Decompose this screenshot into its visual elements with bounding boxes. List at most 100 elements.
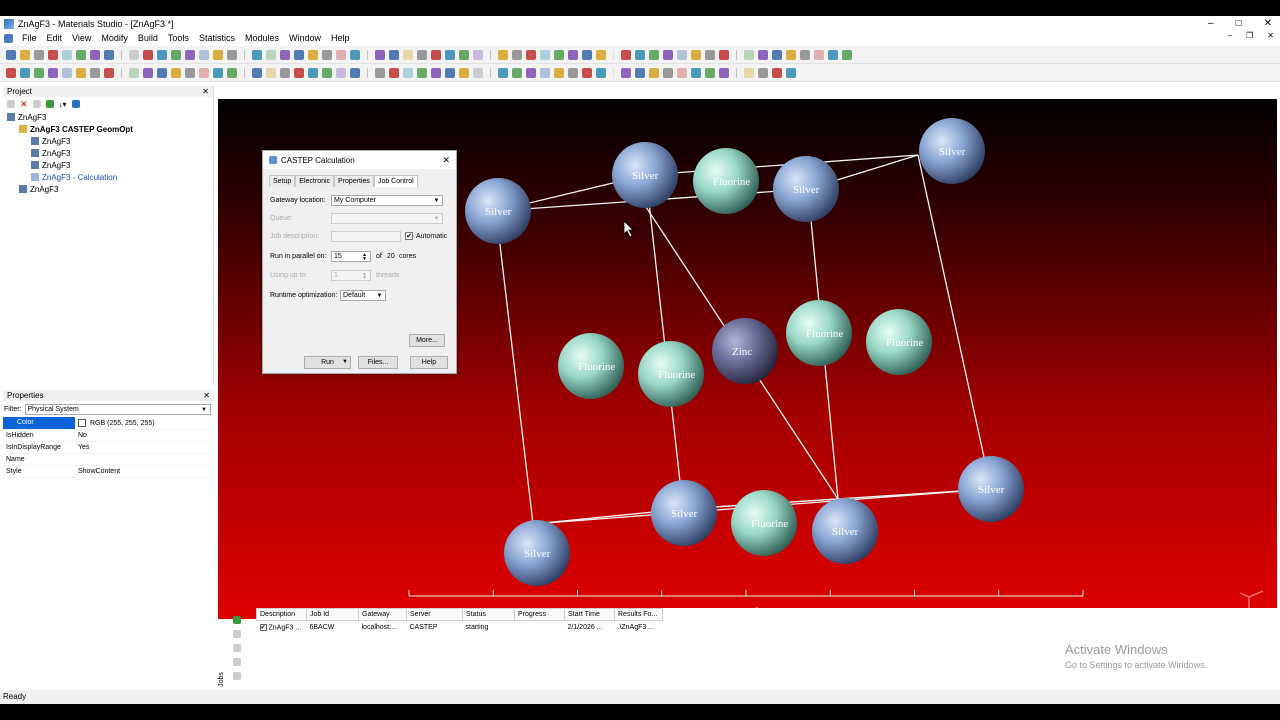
project-tree-item[interactable]: ZnAgF3 CASTEP GeomOpt: [3, 123, 213, 135]
toolbar-tool-icon[interactable]: [157, 49, 167, 60]
toolbar-tool-icon[interactable]: [62, 67, 72, 78]
toolbar-tool-icon[interactable]: [526, 67, 536, 78]
toolbar-tool-icon[interactable]: [171, 67, 181, 78]
toolbar-tool-icon[interactable]: [526, 49, 536, 60]
toolbar-tool-icon[interactable]: [244, 49, 245, 60]
toolbar-tool-icon[interactable]: [677, 67, 687, 78]
toolbar-tool-icon[interactable]: [417, 67, 427, 78]
project-tree-item[interactable]: ZnAgF3: [3, 135, 213, 147]
property-row[interactable]: IsHidden No: [3, 429, 211, 442]
toolbar-tool-icon[interactable]: [294, 49, 304, 60]
toolbar-tool-icon[interactable]: [350, 49, 360, 60]
tab-setup[interactable]: Setup: [269, 175, 296, 187]
toolbar-tool-icon[interactable]: [199, 67, 209, 78]
toolbar-tool-icon[interactable]: [367, 49, 368, 60]
toolbar-tool-icon[interactable]: [596, 49, 606, 60]
delete-icon[interactable]: ✕: [20, 99, 28, 110]
zinc-atom[interactable]: Zinc: [712, 318, 778, 384]
toolbar-tool-icon[interactable]: [389, 49, 399, 60]
toolbar-tool-icon[interactable]: [582, 67, 592, 78]
toolbar-tool-icon[interactable]: [336, 67, 346, 78]
fluorine-atom[interactable]: Fluorine: [638, 341, 704, 407]
toolbar-tool-icon[interactable]: [635, 49, 645, 60]
toolbar-tool-icon[interactable]: [121, 49, 122, 60]
toolbar-tool-icon[interactable]: [143, 67, 153, 78]
toolbar-tool-icon[interactable]: [540, 49, 550, 60]
toolbar-tool-icon[interactable]: [621, 67, 631, 78]
toolbar-tool-icon[interactable]: [266, 49, 276, 60]
runtime-select[interactable]: Default ▼: [340, 290, 386, 301]
close-button[interactable]: ✕: [1264, 18, 1272, 29]
toolbar-tool-icon[interactable]: [649, 49, 659, 60]
silver-atom[interactable]: Silver: [919, 118, 985, 184]
toolbar-tool-icon[interactable]: [185, 67, 195, 78]
jobs-column-header[interactable]: Server: [406, 608, 463, 621]
toolbar-tool-icon[interactable]: [512, 49, 522, 60]
dialog-close-icon[interactable]: ✕: [442, 155, 450, 166]
jobs-column-header[interactable]: Results Fo...: [614, 608, 663, 621]
jobs-column-header[interactable]: Start Time: [564, 608, 615, 621]
fluorine-atom[interactable]: Fluorine: [731, 490, 797, 556]
tab-job-control[interactable]: Job Control: [373, 175, 418, 187]
toolbar-tool-icon[interactable]: [719, 49, 729, 60]
toolbar-tool-icon[interactable]: [6, 67, 16, 78]
toolbar-tool-icon[interactable]: [568, 49, 578, 60]
sort-icon[interactable]: ↓▾: [59, 100, 67, 109]
menu-window[interactable]: Window: [284, 33, 326, 43]
menu-statistics[interactable]: Statistics: [194, 33, 240, 43]
jobs-column-header[interactable]: Status: [462, 608, 515, 621]
gateway-select[interactable]: My Computer ▼: [331, 195, 443, 206]
maximize-button[interactable]: □: [1236, 18, 1242, 29]
toolbar-tool-icon[interactable]: [308, 67, 318, 78]
fluorine-atom[interactable]: Fluorine: [786, 300, 852, 366]
toolbar-tool-icon[interactable]: [459, 67, 469, 78]
toolbar-tool-icon[interactable]: [744, 67, 754, 78]
queue-select[interactable]: ▼: [331, 213, 443, 224]
tab-properties[interactable]: Properties: [334, 175, 374, 187]
toolbar-tool-icon[interactable]: [280, 67, 290, 78]
toolbar-tool-icon[interactable]: [129, 67, 139, 78]
toolbar-tool-icon[interactable]: [800, 49, 810, 60]
toolbar-tool-icon[interactable]: [6, 49, 16, 60]
toolbar-tool-icon[interactable]: [199, 49, 209, 60]
toolbar-tool-icon[interactable]: [459, 49, 469, 60]
toolbar-tool-icon[interactable]: [663, 67, 673, 78]
property-row[interactable]: IsInDisplayRange Yes: [3, 441, 211, 454]
toolbar-tool-icon[interactable]: [157, 67, 167, 78]
copy-icon[interactable]: [32, 100, 41, 108]
spinner-arrows-icon[interactable]: ▲ ▼: [360, 253, 369, 262]
toolbar-tool-icon[interactable]: [213, 49, 223, 60]
toolbar-tool-icon[interactable]: [171, 49, 181, 60]
toolbar-tool-icon[interactable]: [540, 67, 550, 78]
toolbar-tool-icon[interactable]: [20, 49, 30, 60]
toolbar-tool-icon[interactable]: [431, 49, 441, 60]
toolbar-tool-icon[interactable]: [473, 49, 483, 60]
toolbar-tool-icon[interactable]: [613, 67, 614, 78]
toolbar-tool-icon[interactable]: [34, 49, 44, 60]
toolbar-tool-icon[interactable]: [596, 67, 606, 78]
toolbar-tool-icon[interactable]: [62, 49, 72, 60]
toolbar-tool-icon[interactable]: [403, 67, 413, 78]
project-tree-item[interactable]: ZnAgF3: [3, 183, 213, 195]
toolbar-tool-icon[interactable]: [691, 49, 701, 60]
toolbar-tool-icon[interactable]: [758, 49, 768, 60]
spinner-arrows-icon[interactable]: ▲ ▼: [360, 272, 369, 281]
toolbar-tool-icon[interactable]: [736, 67, 737, 78]
jobs-column-header[interactable]: Job Id: [306, 608, 359, 621]
toolbar-tool-icon[interactable]: [417, 49, 427, 60]
menu-help[interactable]: Help: [326, 33, 355, 43]
toolbar-tool-icon[interactable]: [76, 67, 86, 78]
menu-edit[interactable]: Edit: [42, 33, 68, 43]
toolbar-tool-icon[interactable]: [48, 49, 58, 60]
toolbar-tool-icon[interactable]: [104, 67, 114, 78]
silver-atom[interactable]: Silver: [812, 498, 878, 564]
project-tree-item[interactable]: ZnAgF3 - Calculation: [3, 171, 213, 183]
toolbar-tool-icon[interactable]: [490, 67, 491, 78]
job-description-input[interactable]: [331, 231, 401, 242]
toolbar-tool-icon[interactable]: [490, 49, 491, 60]
save-project-icon[interactable]: [71, 100, 80, 108]
parallel-cores-spinner[interactable]: 15 ▲ ▼: [331, 251, 371, 262]
jobs-column-header[interactable]: Gateway: [358, 608, 407, 621]
toolbar-tool-icon[interactable]: [772, 49, 782, 60]
new-folder-icon[interactable]: [7, 100, 15, 108]
